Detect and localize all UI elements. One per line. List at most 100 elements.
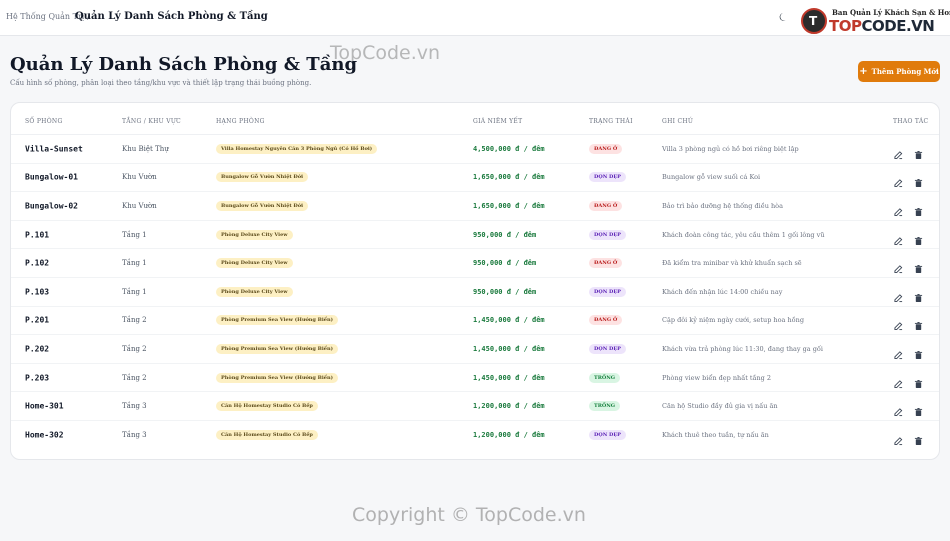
room-number: Bungalow-02 bbox=[25, 201, 78, 211]
header-room: SỐ PHÒNG bbox=[25, 118, 63, 125]
room-type-badge: Phòng Premium Sea View (Hướng Biển) bbox=[216, 343, 338, 354]
edit-icon[interactable] bbox=[894, 344, 903, 360]
table-row: Home-301 Tầng 3 Căn Hộ Homestay Studio Có … bbox=[11, 392, 939, 421]
plus-icon: + bbox=[859, 66, 868, 77]
edit-icon[interactable] bbox=[894, 402, 903, 417]
room-number: Home-301 bbox=[25, 401, 64, 411]
room-note: Cặp đôi kỷ niệm ngày cưới, setup hoa hồn… bbox=[662, 316, 804, 325]
trash-icon[interactable] bbox=[914, 230, 923, 245]
add-room-button[interactable]: + Thêm Phòng Mới bbox=[858, 61, 940, 82]
room-note: Căn hộ Studio đầy đủ gia vị nấu ăn bbox=[662, 402, 778, 411]
room-type-badge: Căn Hộ Homestay Studio Có Bếp bbox=[216, 430, 318, 441]
table-row: Bungalow-02 Khu Vườn Bungalow Gỗ Vườn Nhiệ… bbox=[11, 192, 939, 221]
room-type-badge: Bungalow Gỗ Vườn Nhiệt Đới bbox=[216, 200, 309, 211]
trash-icon[interactable] bbox=[914, 144, 923, 159]
edit-icon[interactable] bbox=[894, 201, 903, 217]
trash-icon[interactable] bbox=[914, 201, 923, 217]
room-price: 1,200,000 đ / đêm bbox=[473, 402, 545, 411]
watermark-bottom: Copyright © TopCode.vn bbox=[352, 504, 586, 526]
status-badge: ĐANG Ở bbox=[589, 200, 623, 211]
status-badge: TRỐNG bbox=[589, 401, 621, 412]
room-number: P.202 bbox=[25, 344, 50, 354]
room-price: 1,200,000 đ / đêm bbox=[473, 431, 545, 440]
room-note: Villa 3 phòng ngủ có hồ bơi riêng biệt l… bbox=[662, 144, 799, 153]
room-floor: Tầng 1 bbox=[122, 259, 147, 268]
rooms-table-card: SỐ PHÒNG TẦNG / KHU VỰC HẠNG PHÒNG GIÁ N… bbox=[10, 102, 940, 460]
header-actions: THAO TÁC bbox=[893, 118, 929, 125]
trash-icon[interactable] bbox=[914, 431, 923, 446]
room-price: 1,450,000 đ / đêm bbox=[473, 316, 545, 325]
room-type-badge: Phòng Premium Sea View (Hướng Biển) bbox=[216, 315, 338, 326]
edit-icon[interactable] bbox=[894, 431, 903, 446]
room-note: Khách đến nhận lúc 14:00 chiều nay bbox=[662, 287, 783, 296]
header-price: GIÁ NIÊM YẾT bbox=[473, 118, 523, 125]
room-number: P.101 bbox=[25, 230, 50, 240]
room-price: 950,000 đ / đêm bbox=[473, 287, 537, 296]
page-subtitle: Cấu hình số phòng, phân loại theo tầng/k… bbox=[10, 79, 312, 87]
room-floor: Tầng 3 bbox=[122, 431, 147, 440]
status-badge: DỌN DẸP bbox=[589, 172, 626, 183]
page-title: Quản Lý Danh Sách Phòng & Tầng bbox=[10, 54, 358, 75]
room-price: 1,650,000 đ / đêm bbox=[473, 173, 545, 182]
room-type-badge: Phòng Premium Sea View (Hướng Biển) bbox=[216, 372, 338, 383]
table-row: P.201 Tầng 2 Phòng Premium Sea View (Hướng… bbox=[11, 307, 939, 336]
trash-icon[interactable] bbox=[914, 316, 923, 331]
room-type-badge: Phòng Deluxe City View bbox=[216, 258, 293, 269]
edit-icon[interactable] bbox=[894, 230, 903, 245]
room-price: 1,650,000 đ / đêm bbox=[473, 201, 545, 210]
room-note: Phòng view biển đẹp nhất tầng 2 bbox=[662, 373, 772, 382]
add-room-button-label: Thêm Phòng Mới bbox=[871, 67, 939, 76]
edit-icon[interactable] bbox=[894, 373, 903, 388]
room-number: Home-302 bbox=[25, 430, 64, 440]
room-floor: Tầng 1 bbox=[122, 287, 147, 296]
room-number: P.201 bbox=[25, 315, 50, 325]
trash-icon[interactable] bbox=[914, 287, 923, 302]
room-floor: Tầng 2 bbox=[122, 316, 147, 325]
header-note: GHI CHÚ bbox=[662, 118, 694, 125]
trash-icon[interactable] bbox=[914, 402, 923, 417]
room-price: 1,450,000 đ / đêm bbox=[473, 344, 545, 353]
room-number: Villa-Sunset bbox=[25, 144, 83, 154]
room-floor: Khu Vườn bbox=[122, 201, 157, 210]
moon-icon[interactable] bbox=[777, 11, 789, 23]
trash-icon[interactable] bbox=[914, 173, 923, 188]
logo-text: TOPCODE.VN bbox=[829, 17, 935, 35]
edit-icon[interactable] bbox=[894, 287, 903, 302]
room-price: 950,000 đ / đêm bbox=[473, 259, 537, 268]
room-number: P.203 bbox=[25, 373, 50, 383]
room-note: Đã kiểm tra minibar và khử khuẩn sạch sẽ bbox=[662, 259, 802, 268]
room-type-badge: Phòng Deluxe City View bbox=[216, 286, 293, 297]
room-type-badge: Căn Hộ Homestay Studio Có Bếp bbox=[216, 401, 318, 412]
room-note: Bảo trì bảo dưỡng hệ thống điều hòa bbox=[662, 201, 783, 210]
logo-tagline: Ban Quản Lý Khách Sạn & Homestay bbox=[832, 8, 950, 17]
room-note: Khách thuê theo tuần, tự nấu ăn bbox=[662, 431, 769, 440]
room-floor: Tầng 1 bbox=[122, 230, 147, 239]
room-floor: Tầng 2 bbox=[122, 344, 147, 353]
header-status: TRẠNG THÁI bbox=[589, 118, 633, 125]
room-price: 950,000 đ / đêm bbox=[473, 230, 537, 239]
room-number: P.103 bbox=[25, 287, 50, 297]
room-type-badge: Bungalow Gỗ Vườn Nhiệt Đới bbox=[216, 172, 309, 183]
status-badge: DỌN DẸP bbox=[589, 229, 626, 240]
room-note: Khách đoàn công tác, yêu cầu thêm 1 gối … bbox=[662, 230, 825, 239]
edit-icon[interactable] bbox=[894, 259, 903, 274]
status-badge: ĐANG Ở bbox=[589, 258, 623, 269]
room-floor: Khu Biệt Thự bbox=[122, 144, 169, 153]
trash-icon[interactable] bbox=[914, 373, 923, 388]
room-price: 1,450,000 đ / đêm bbox=[473, 373, 545, 382]
trash-icon[interactable] bbox=[914, 259, 923, 274]
logo: T Ban Quản Lý Khách Sạn & Homestay TOPCO… bbox=[801, 6, 950, 36]
logo-badge-icon: T bbox=[801, 8, 827, 34]
table-header: SỐ PHÒNG TẦNG / KHU VỰC HẠNG PHÒNG GIÁ N… bbox=[11, 103, 939, 135]
trash-icon[interactable] bbox=[914, 344, 923, 360]
table-row: P.102 Tầng 1 Phòng Deluxe City View 950,000… bbox=[11, 249, 939, 278]
edit-icon[interactable] bbox=[894, 173, 903, 188]
edit-icon[interactable] bbox=[894, 144, 903, 159]
edit-icon[interactable] bbox=[894, 316, 903, 331]
room-note: Bungalow gỗ view suối cá Koi bbox=[662, 173, 761, 182]
status-badge: ĐANG Ở bbox=[589, 143, 623, 154]
status-badge: DỌN DẸP bbox=[589, 286, 626, 297]
table-row: Home-302 Tầng 3 Căn Hộ Homestay Studio Có … bbox=[11, 421, 939, 450]
top-bar: Hệ Thống Quản Trị / Quản Lý Danh Sách Ph… bbox=[0, 0, 950, 36]
room-number: Bungalow-01 bbox=[25, 172, 78, 182]
